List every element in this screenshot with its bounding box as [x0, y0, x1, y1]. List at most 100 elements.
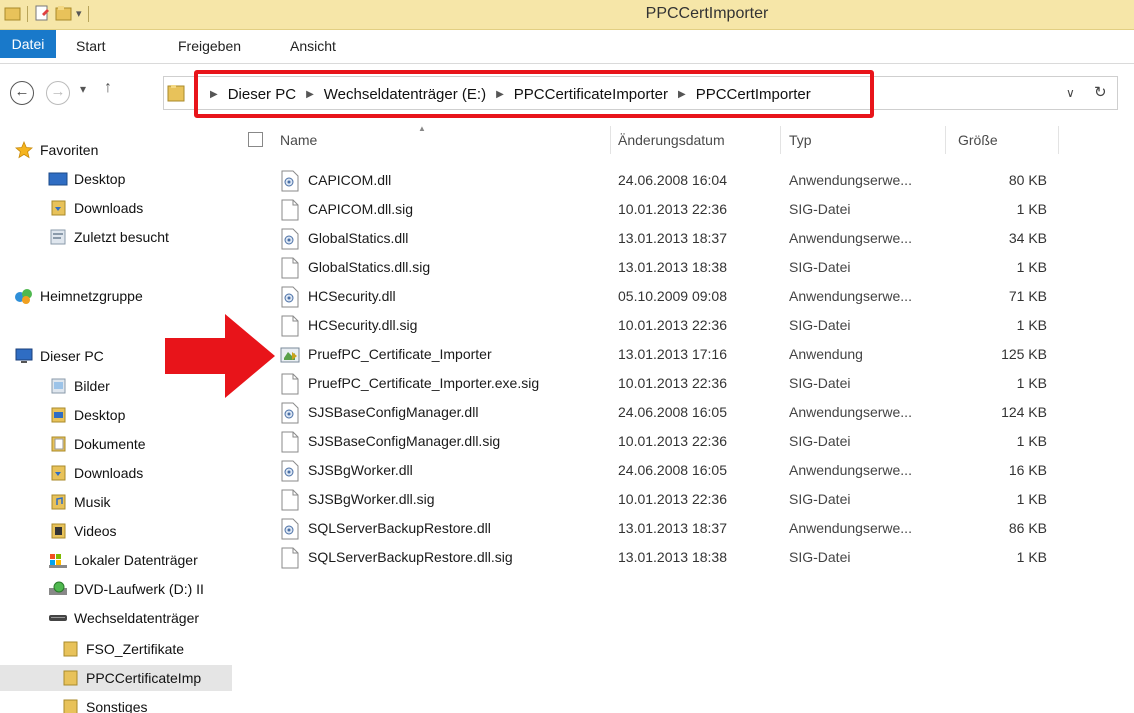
file-icon — [280, 489, 300, 511]
nav-item-fso-zertifikate[interactable]: FSO_Zertifikate — [60, 636, 184, 662]
column-header-name[interactable]: Name — [280, 122, 317, 158]
tab-datei[interactable]: Datei — [0, 30, 56, 58]
nav-item-downloads[interactable]: Downloads — [48, 195, 143, 221]
file-size: 80 KB — [1008, 172, 1047, 188]
nav-item-ppccertificateimporter[interactable]: PPCCertificateImp — [0, 665, 232, 691]
star-icon — [14, 140, 34, 160]
column-divider[interactable] — [610, 126, 611, 154]
nav-item-desktop-pc[interactable]: Desktop — [48, 402, 125, 428]
file-icon — [280, 199, 300, 221]
red-arrow-annotation — [165, 314, 275, 398]
nav-item-label: Desktop — [74, 407, 126, 423]
back-button[interactable]: ← — [10, 81, 34, 105]
file-size: 1 KB — [1016, 433, 1047, 449]
nav-item-downloads-pc[interactable]: Downloads — [48, 460, 143, 486]
refresh-icon[interactable]: ↻ — [1094, 83, 1107, 101]
sort-ascending-icon: ▲ — [418, 124, 426, 133]
nav-item-local-disk[interactable]: Lokaler Datenträger — [48, 547, 198, 573]
removable-drive-icon — [48, 608, 68, 628]
nav-thispc[interactable]: Dieser PC — [14, 343, 104, 369]
table-row[interactable]: GlobalStatics.dll 13.01.2013 18:37 Anwendu… — [232, 224, 1134, 253]
file-size: 124 KB — [1001, 404, 1047, 420]
file-name: SJSBaseConfigManager.dll — [308, 404, 479, 420]
breadcrumb-separator-icon[interactable]: ▶ — [678, 89, 686, 100]
table-row[interactable]: GlobalStatics.dll.sig 13.01.2013 18:38 SIG… — [232, 253, 1134, 282]
column-divider[interactable] — [780, 126, 781, 154]
breadcrumb: ▶ Dieser PC ▶ Wechseldatenträger (E:) ▶ … — [194, 70, 874, 118]
table-row[interactable]: PruefPC_Certificate_Importer.exe.sig 10.0… — [232, 369, 1134, 398]
file-size: 16 KB — [1008, 462, 1047, 478]
file-type: SIG-Datei — [789, 317, 851, 333]
table-row[interactable]: SJSBgWorker.dll 24.06.2008 16:05 Anwendung… — [232, 456, 1134, 485]
dll-icon — [280, 518, 300, 540]
file-type: Anwendung — [789, 346, 863, 362]
file-name: SQLServerBackupRestore.dll.sig — [308, 549, 513, 565]
table-row[interactable]: SJSBgWorker.dll.sig 10.01.2013 22:36 SIG-D… — [232, 485, 1134, 514]
nav-item-musik[interactable]: Musik — [48, 489, 111, 515]
nav-item-bilder[interactable]: Bilder — [48, 373, 110, 399]
address-history-chevron-icon[interactable]: ∨ — [1066, 86, 1075, 100]
file-name: SJSBgWorker.dll.sig — [308, 491, 435, 507]
tab-start[interactable]: Start — [76, 38, 106, 54]
forward-button[interactable]: → — [46, 81, 70, 105]
column-header-date[interactable]: Änderungsdatum — [618, 122, 725, 158]
tab-freigeben[interactable]: Freigeben — [178, 38, 241, 54]
recent-locations-chevron-icon[interactable]: ▾ — [80, 82, 86, 96]
up-button[interactable]: ↑ — [104, 79, 112, 97]
nav-item-label: Wechseldatenträger — [74, 610, 200, 626]
column-header-size[interactable]: Größe — [958, 122, 998, 158]
select-all-checkbox[interactable] — [248, 132, 263, 147]
file-date: 13.01.2013 17:16 — [618, 346, 727, 362]
file-type: SIG-Datei — [789, 259, 851, 275]
table-row[interactable]: HCSecurity.dll.sig 10.01.2013 22:36 SIG-Da… — [232, 311, 1134, 340]
nav-item-label: Sonstiges — [86, 699, 148, 713]
file-date: 05.10.2009 09:08 — [618, 288, 727, 304]
nav-homegroup[interactable]: Heimnetzgruppe — [14, 283, 143, 309]
nav-item-removable-drive[interactable]: Wechseldatenträger — [48, 605, 199, 631]
file-icon — [280, 315, 300, 337]
nav-item-dvd[interactable]: DVD-Laufwerk (D:) II — [48, 576, 204, 602]
breadcrumb-separator-icon[interactable]: ▶ — [496, 89, 504, 100]
file-type: SIG-Datei — [789, 375, 851, 391]
downloads-folder-icon — [48, 198, 68, 218]
file-date: 10.01.2013 22:36 — [618, 433, 727, 449]
column-header-type[interactable]: Typ — [789, 122, 812, 158]
nav-item-label: Bilder — [74, 378, 110, 394]
exe-icon — [280, 344, 300, 366]
table-row[interactable]: SQLServerBackupRestore.dll 13.01.2013 18:… — [232, 514, 1134, 543]
file-size: 1 KB — [1016, 317, 1047, 333]
breadcrumb-item[interactable]: Dieser PC — [228, 86, 296, 103]
nav-item-sonstiges[interactable]: Sonstiges — [60, 694, 147, 713]
table-row[interactable]: CAPICOM.dll.sig 10.01.2013 22:36 SIG-Datei… — [232, 195, 1134, 224]
column-divider[interactable] — [1058, 126, 1059, 154]
table-row[interactable]: SQLServerBackupRestore.dll.sig 13.01.2013… — [232, 543, 1134, 572]
table-row[interactable]: SJSBaseConfigManager.dll.sig 10.01.2013 2… — [232, 427, 1134, 456]
dvd-drive-icon — [48, 579, 68, 599]
breadcrumb-item[interactable]: Wechseldatenträger (E:) — [324, 86, 486, 103]
nav-item-dokumente[interactable]: Dokumente — [48, 431, 146, 457]
file-name: SJSBaseConfigManager.dll.sig — [308, 433, 501, 449]
nav-item-recent[interactable]: Zuletzt besucht — [48, 224, 169, 250]
file-size: 1 KB — [1016, 549, 1047, 565]
nav-item-videos[interactable]: Videos — [48, 518, 117, 544]
tab-ansicht[interactable]: Ansicht — [290, 38, 336, 54]
breadcrumb-separator-icon[interactable]: ▶ — [210, 89, 218, 100]
nav-favorites[interactable]: Favoriten — [14, 137, 98, 163]
table-row[interactable]: PruefPC_Certificate_Importer 13.01.2013 1… — [232, 340, 1134, 369]
file-date: 10.01.2013 22:36 — [618, 491, 727, 507]
nav-item-label: Desktop — [74, 171, 126, 187]
breadcrumb-separator-icon[interactable]: ▶ — [306, 89, 314, 100]
column-divider[interactable] — [945, 126, 946, 154]
breadcrumb-item[interactable]: PPCCertImporter — [696, 86, 811, 103]
table-row[interactable]: CAPICOM.dll 24.06.2008 16:04 Anwendungserw… — [232, 166, 1134, 195]
file-name: HCSecurity.dll — [308, 288, 396, 304]
table-row[interactable]: SJSBaseConfigManager.dll 24.06.2008 16:05… — [232, 398, 1134, 427]
breadcrumb-item[interactable]: PPCCertificateImporter — [514, 86, 668, 103]
file-type: Anwendungserwe... — [789, 230, 912, 246]
pictures-folder-icon — [48, 376, 68, 396]
table-row[interactable]: HCSecurity.dll 05.10.2009 09:08 Anwendungs… — [232, 282, 1134, 311]
videos-folder-icon — [48, 521, 68, 541]
dll-icon — [280, 460, 300, 482]
ribbon: Datei Start Freigeben Ansicht — [0, 30, 1134, 64]
nav-item-desktop[interactable]: Desktop — [48, 166, 125, 192]
